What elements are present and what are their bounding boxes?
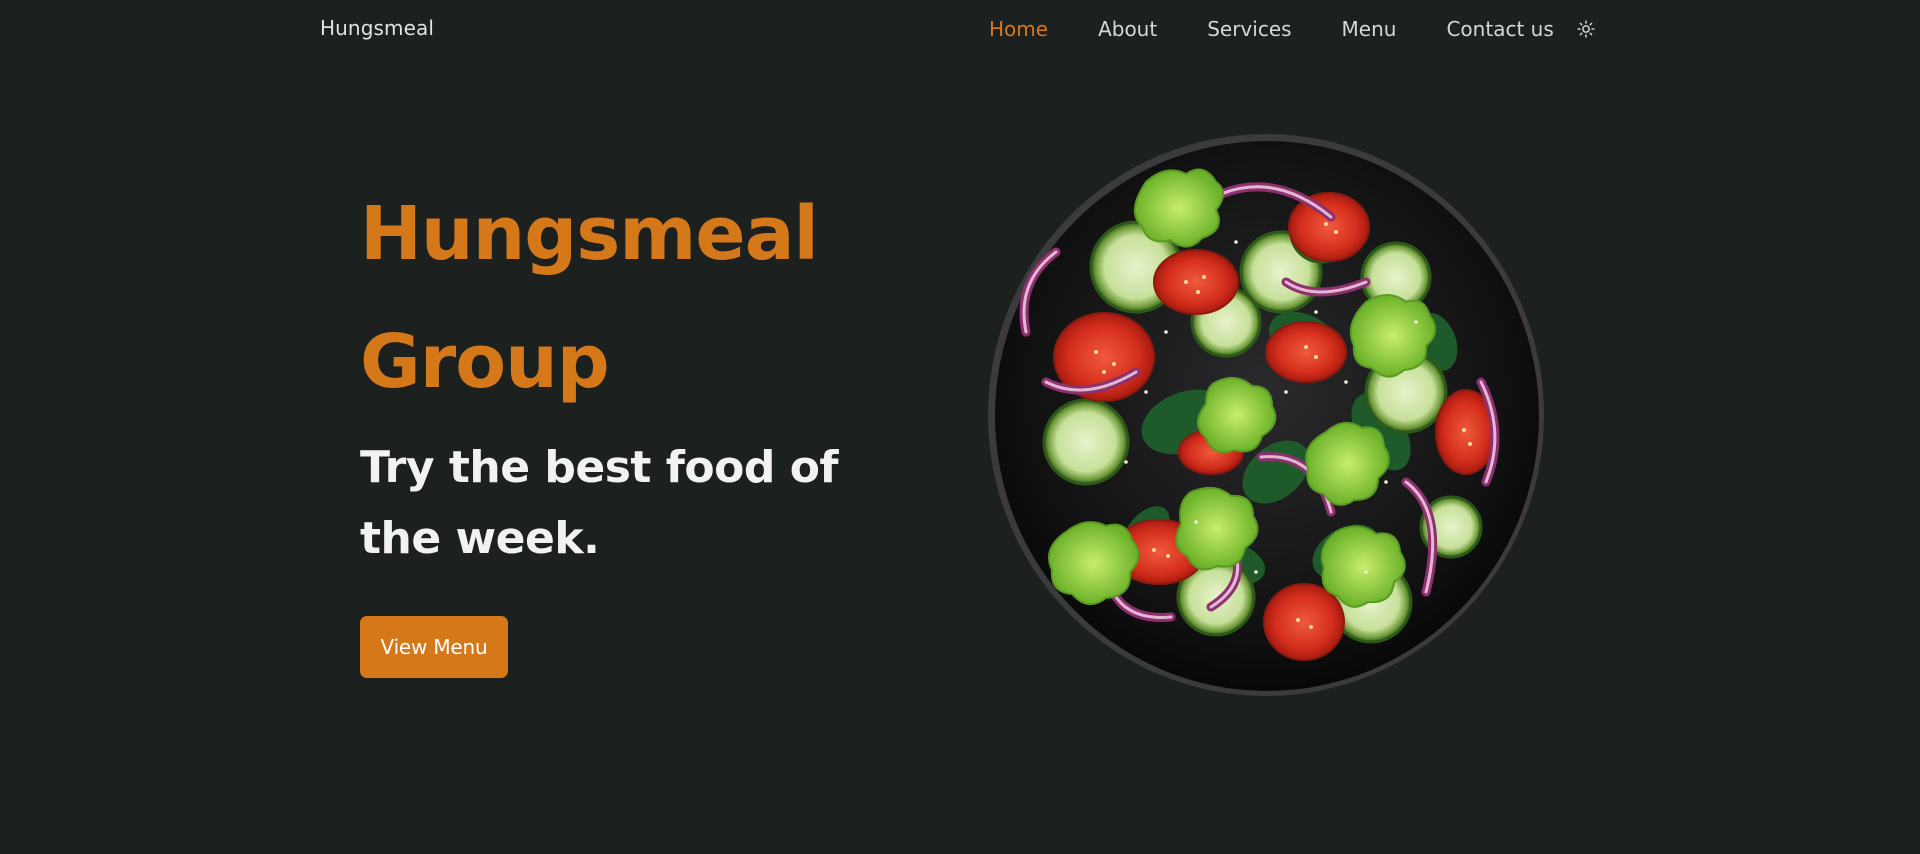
page: Hungsmeal Home About Services Menu Conta…	[0, 0, 1920, 854]
nav-item-services[interactable]: Services	[1207, 17, 1291, 41]
sun-icon	[1577, 20, 1595, 38]
nav-item-about[interactable]: About	[1098, 17, 1157, 41]
hero-subtitle: Try the best food of the week.	[360, 442, 839, 564]
hero-title-line-2: Group	[360, 319, 610, 405]
nav-item-menu[interactable]: Menu	[1342, 17, 1397, 41]
view-menu-button[interactable]: View Menu	[360, 616, 508, 678]
nav-item-home[interactable]: Home	[989, 17, 1048, 41]
site-header: Hungsmeal Home About Services Menu Conta…	[0, 0, 1920, 58]
nav-item-contact[interactable]: Contact us	[1446, 17, 1553, 41]
hero-section: Hungsmeal Group Try the best food of the…	[360, 170, 880, 678]
theme-toggle-button[interactable]	[1576, 19, 1596, 39]
main-nav: Home About Services Menu Contact us	[989, 16, 1596, 42]
hero-title: Hungsmeal Group	[360, 170, 880, 426]
salad-bowl-image	[988, 134, 1544, 696]
hero-title-line-1: Hungsmeal	[360, 191, 819, 277]
brand-logo-link[interactable]: Hungsmeal	[320, 16, 434, 40]
